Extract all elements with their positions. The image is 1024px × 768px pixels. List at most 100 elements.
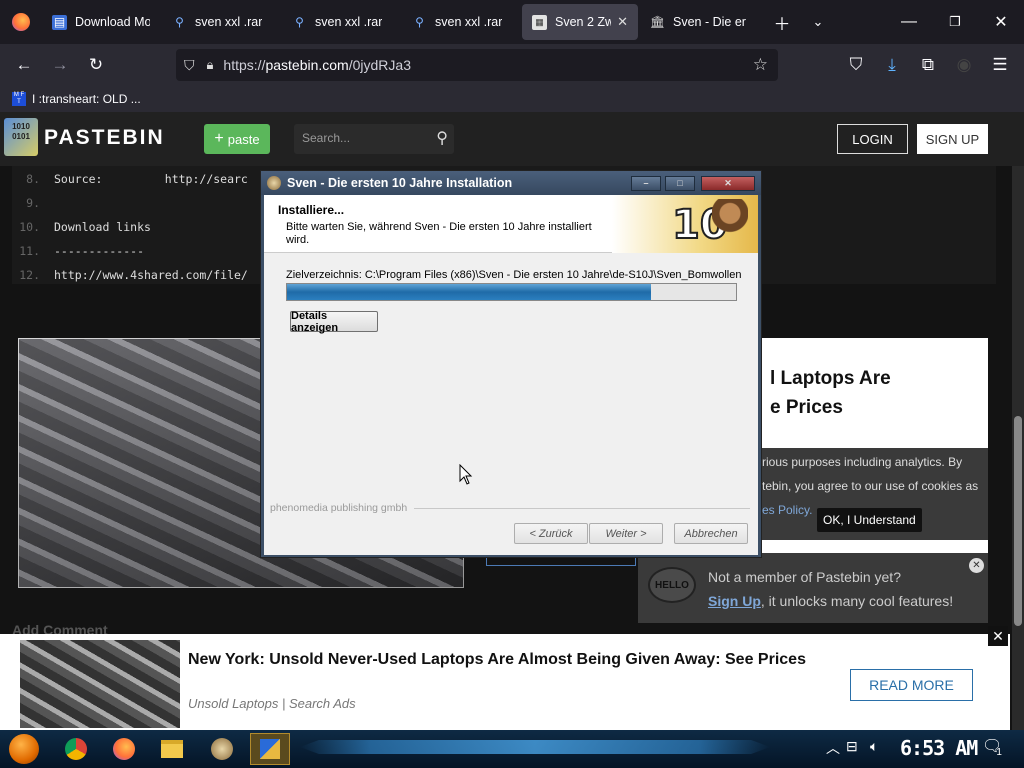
- museum-icon: 🏛: [649, 15, 666, 29]
- bookmarks-bar: M FT I :transheart: OLD ...: [0, 86, 1024, 112]
- search-icon[interactable]: ⚲: [436, 128, 448, 148]
- search-input[interactable]: Search... ⚲: [294, 124, 454, 154]
- promo-text: Not a member of Pastebin yet?: [708, 569, 901, 585]
- close-window-icon[interactable]: ✕: [978, 0, 1024, 44]
- cookie-notice: rious purposes including analytics. By t…: [760, 448, 988, 540]
- pocket-icon[interactable]: ⛉: [838, 49, 874, 81]
- close-icon[interactable]: ✕: [969, 558, 984, 573]
- close-tab-icon[interactable]: ✕: [617, 14, 628, 30]
- notifications-icon[interactable]: 🗨︎1: [982, 736, 1008, 758]
- divider: [414, 508, 750, 509]
- code-line: 10. Download links: [19, 220, 151, 234]
- bottom-ad[interactable]: New York: Unsold Never-Used Laptops Are …: [0, 626, 1010, 730]
- back-button[interactable]: < Zurück: [514, 523, 588, 544]
- cookie-text: rious purposes including analytics. By: [762, 455, 963, 469]
- extension-icon[interactable]: ◉: [946, 49, 982, 81]
- installer-taskbar-icon[interactable]: [250, 733, 290, 765]
- code-line: 12. http://www.4shared.com/file/: [19, 268, 248, 282]
- app-icon: [267, 176, 281, 190]
- scrollbar-thumb[interactable]: [1014, 416, 1022, 626]
- url-text: https://pastebin.com/0jydRJa3: [223, 57, 411, 73]
- chrome-icon[interactable]: [56, 733, 96, 765]
- maximize-icon[interactable]: □: [665, 176, 695, 191]
- read-more-button[interactable]: READ MORE: [850, 669, 973, 701]
- login-button[interactable]: LOGIN: [837, 124, 908, 154]
- file-explorer-icon[interactable]: [152, 733, 192, 765]
- bottom-ad-source: Unsold Laptops | Search Ads: [188, 696, 356, 711]
- tab-search-1[interactable]: ⚲ sven xxl .rar: [162, 4, 280, 40]
- tray-chevron-icon[interactable]: ︿: [826, 738, 840, 758]
- start-button-icon[interactable]: [4, 733, 44, 765]
- installer-body: Installiere... Bitte warten Sie, während…: [264, 195, 758, 555]
- tab-label: Sven - Die er: [673, 15, 746, 29]
- cookie-text: tebin, you agree to our use of cookies a…: [762, 479, 979, 493]
- progress-fill: [287, 284, 651, 300]
- minimize-icon[interactable]: –: [631, 176, 661, 191]
- url-bar[interactable]: ⛉ 🔒︎ https://pastebin.com/0jydRJa3 ☆: [176, 49, 778, 81]
- pastebin-logo-icon[interactable]: 1010 0101: [4, 118, 38, 156]
- new-tab-icon[interactable]: ＋: [764, 6, 800, 38]
- tab-search-3[interactable]: ⚲ sven xxl .rar: [402, 4, 520, 40]
- reload-icon[interactable]: ↻: [78, 49, 114, 81]
- list-tabs-icon[interactable]: ⌄: [800, 6, 836, 38]
- installer-header: Installiere... Bitte warten Sie, während…: [264, 195, 758, 253]
- tab-download[interactable]: ▤ Download Mo: [42, 4, 160, 40]
- menu-icon[interactable]: ☰: [982, 49, 1018, 81]
- scrollbar[interactable]: [1012, 166, 1024, 730]
- close-icon[interactable]: ✕: [701, 176, 755, 191]
- clock[interactable]: 6:53 AM: [900, 736, 978, 760]
- tab-label: sven xxl .rar: [195, 15, 263, 29]
- minimize-icon[interactable]: —: [886, 0, 932, 44]
- tab-pastebin[interactable]: ▦ Sven 2 Zw ✕: [522, 4, 638, 40]
- search-placeholder: Search...: [302, 131, 351, 145]
- bottom-ad-thumbnail[interactable]: [20, 640, 180, 728]
- back-icon[interactable]: ←: [6, 49, 42, 81]
- signup-button[interactable]: SIGN UP: [917, 124, 988, 154]
- search-icon: ⚲: [175, 15, 184, 29]
- install-progress-bar: [286, 283, 737, 301]
- network-icon[interactable]: ⊟: [846, 738, 858, 755]
- sven-taskbar-icon[interactable]: [202, 733, 242, 765]
- new-paste-button[interactable]: + paste: [204, 124, 270, 154]
- download-page-icon: ▤: [52, 14, 67, 30]
- firefox-icon[interactable]: [104, 733, 144, 765]
- taskbar: ︿ ⊟ 🔈︎ 6:53 AM 🗨︎1: [0, 730, 1024, 768]
- sven-mascot-icon: [712, 199, 748, 247]
- ad-headline: l Laptops Are e Prices: [770, 368, 891, 418]
- cancel-button[interactable]: Abbrechen: [674, 523, 748, 544]
- installer-title: Sven - Die ersten 10 Jahre Installation: [287, 176, 513, 190]
- extensions-icon[interactable]: ⧉: [910, 49, 946, 81]
- bookmark-item[interactable]: I :transheart: OLD ...: [32, 92, 141, 106]
- lock-icon[interactable]: 🔒︎: [207, 57, 214, 73]
- restore-icon[interactable]: ❐: [932, 0, 978, 44]
- bookmark-star-icon[interactable]: ☆: [753, 55, 768, 75]
- installer-heading: Installiere...: [278, 203, 345, 217]
- hello-bubble-icon: HELLO: [648, 567, 696, 603]
- target-directory-label: Zielverzeichnis: C:\Program Files (x86)\…: [286, 269, 742, 281]
- installer-window: Sven - Die ersten 10 Jahre Installation …: [260, 170, 762, 558]
- close-ad-icon[interactable]: ✕: [988, 626, 1008, 646]
- shield-icon[interactable]: ⛉: [184, 57, 195, 74]
- volume-icon[interactable]: 🔈︎: [870, 738, 878, 755]
- promo-signup-link[interactable]: Sign Up: [708, 593, 761, 609]
- bottom-ad-title[interactable]: New York: Unsold Never-Used Laptops Are …: [188, 650, 808, 670]
- cookie-accept-button[interactable]: OK, I Understand: [817, 508, 922, 532]
- firefox-menu-icon[interactable]: [0, 0, 42, 44]
- installer-subtext: Bitte warten Sie, während Sven - Die ers…: [286, 221, 592, 246]
- pastebin-icon: ▦: [532, 14, 547, 30]
- show-details-button[interactable]: Details anzeigen: [290, 310, 378, 334]
- pastebin-title[interactable]: PASTEBIN: [44, 126, 165, 150]
- search-icon: ⚲: [415, 15, 424, 29]
- tab-search-2[interactable]: ⚲ sven xxl .rar: [282, 4, 400, 40]
- signup-promo: HELLO Not a member of Pastebin yet? Sign…: [638, 553, 988, 623]
- tab-sven[interactable]: 🏛 Sven - Die er: [640, 4, 758, 40]
- pastebin-header: 1010 0101 PASTEBIN + paste Search... ⚲ LOG…: [0, 112, 1024, 166]
- sven-logo: 10: [612, 195, 758, 253]
- code-line: 9.: [26, 196, 40, 210]
- next-button[interactable]: Weiter >: [589, 523, 663, 544]
- installer-titlebar[interactable]: Sven - Die ersten 10 Jahre Installation …: [261, 171, 761, 195]
- downloads-icon[interactable]: ⤓: [874, 49, 910, 81]
- promo-text: Sign Up, it unlocks many cool features!: [708, 593, 954, 609]
- tab-label: sven xxl .rar: [435, 15, 503, 29]
- forward-icon[interactable]: →: [42, 49, 78, 81]
